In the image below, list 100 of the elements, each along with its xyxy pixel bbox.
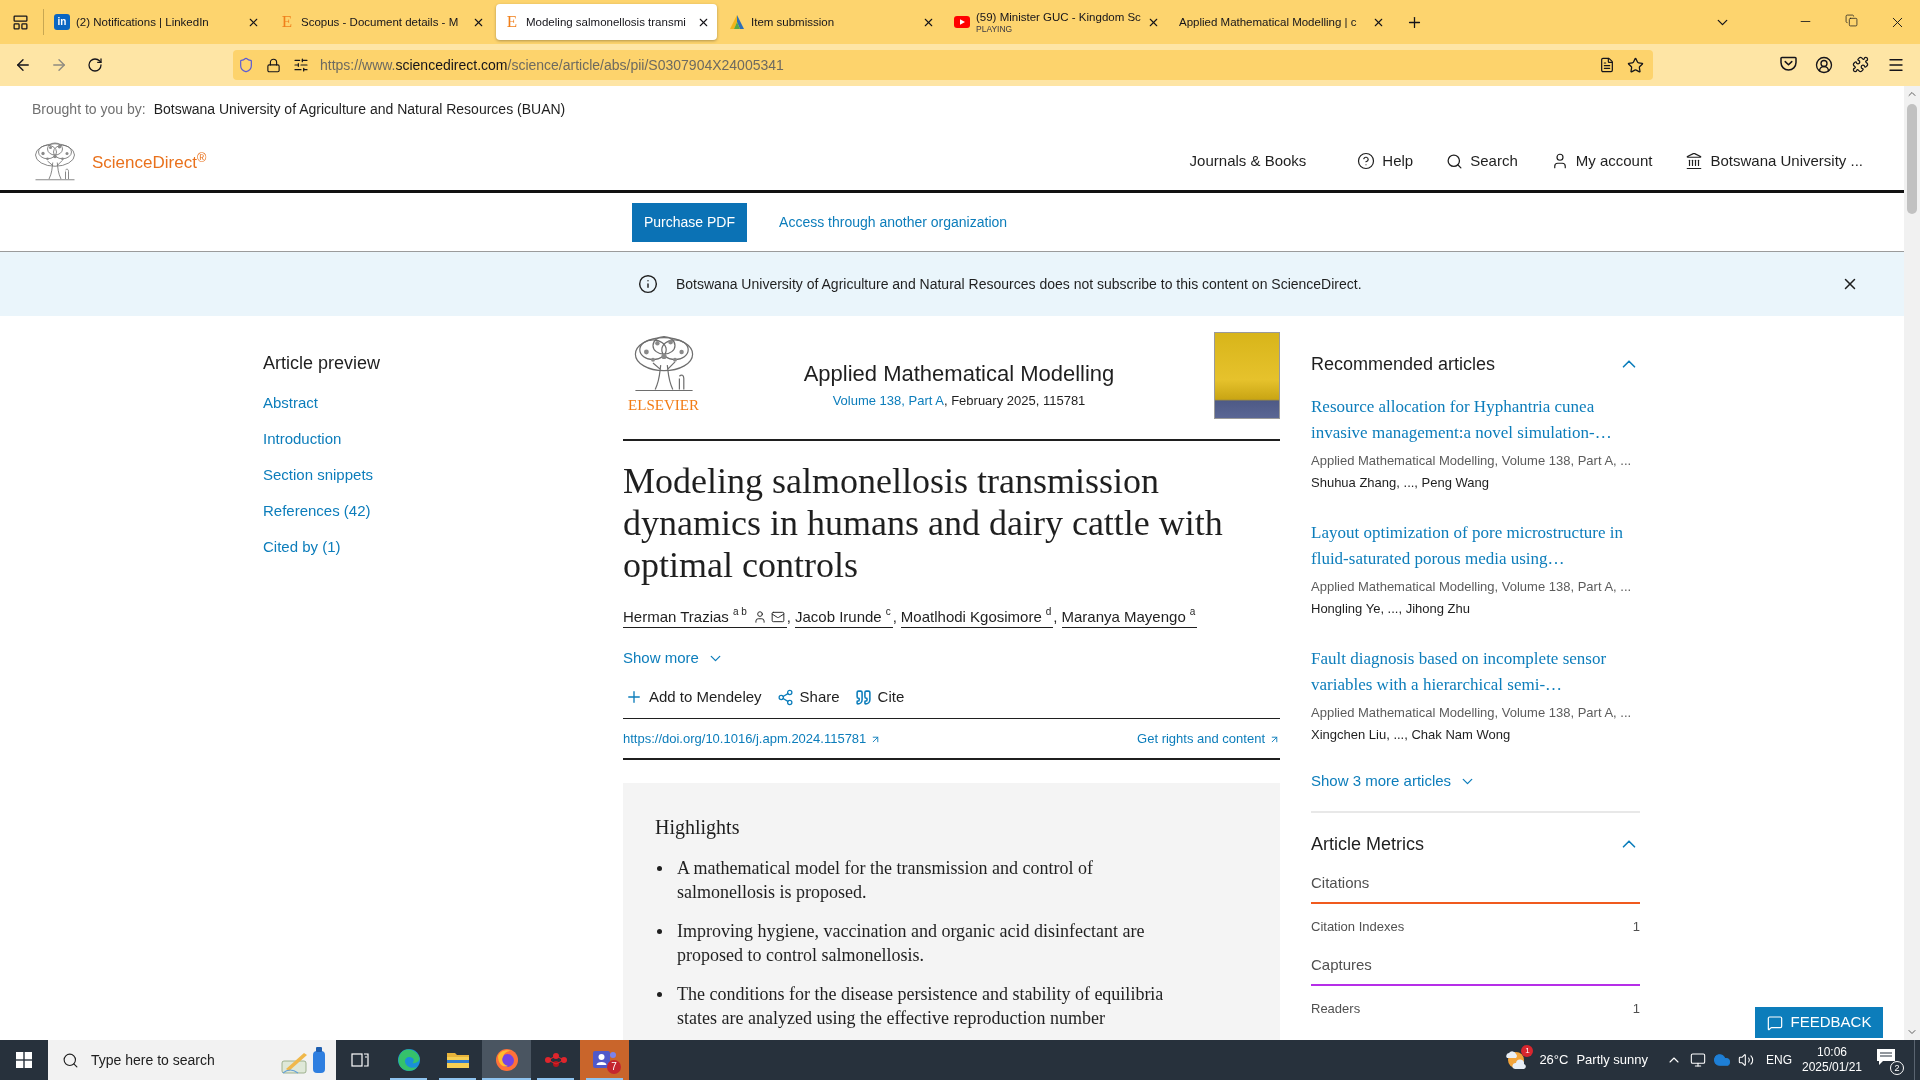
- nav-link[interactable]: Help: [1357, 149, 1414, 173]
- show-more-link[interactable]: Show more: [623, 646, 724, 670]
- browser-tab[interactable]: Applied Mathematical Modelling | c: [1171, 4, 1392, 40]
- article-title-link[interactable]: Fault diagnosis based on incomplete sensor variables with a hierarchical semi-…: [1311, 646, 1640, 698]
- clock-time[interactable]: 10:06: [1817, 1045, 1847, 1060]
- search-input[interactable]: Type here to search: [91, 1049, 261, 1071]
- author-link[interactable]: Herman Trazias $^{a b}$: [623, 606, 787, 628]
- favicon-glyph: E: [280, 13, 294, 31]
- browser-tab[interactable]: (59) Minister GUC - Kingdom Sc PLAYING: [946, 4, 1167, 40]
- outline-link[interactable]: Introduction: [263, 427, 342, 451]
- notice-text: Botswana University of Agriculture and Natural Resources does not subscribe to this content on ScienceDirect.: [676, 274, 1362, 294]
- action-button[interactable]: Add to Mendeley: [625, 685, 762, 709]
- url-text: https://www.sciencedirect.com/science/article/abs/pii/S0307904X24005341: [320, 55, 784, 75]
- shield-icon[interactable]: [238, 57, 254, 73]
- action-button[interactable]: Cite: [854, 685, 905, 709]
- back-icon[interactable]: [14, 56, 32, 74]
- folder-icon: [445, 1050, 470, 1070]
- article-source: Applied Mathematical Modelling, Volume 138, Part A, ...: [1311, 452, 1633, 470]
- help-icon: [1357, 152, 1376, 170]
- show-more-link[interactable]: Show 3 more articles: [1311, 769, 1477, 793]
- outline-link[interactable]: Abstract: [263, 391, 319, 415]
- lock-icon[interactable]: [266, 57, 281, 73]
- address-field[interactable]: https://www.sciencedirect.com/science/article/abs/pii/S0307904X24005341: [233, 50, 1653, 80]
- tab-list-icon[interactable]: [11, 13, 29, 31]
- metric-label: Citation Indexes: [1311, 918, 1405, 937]
- language-indicator[interactable]: ENG: [1766, 1051, 1792, 1069]
- action-button[interactable]: Share: [776, 685, 840, 709]
- institution-name: Botswana University of Agriculture and Natural Resources (BUAN): [153, 99, 566, 119]
- outline-link[interactable]: References (42): [263, 499, 371, 523]
- forward-icon[interactable]: [50, 56, 68, 74]
- nav-link[interactable]: Botswana University ...: [1685, 149, 1863, 173]
- article-source: Applied Mathematical Modelling, Volume 138, Part A, ...: [1311, 704, 1633, 722]
- weather-button[interactable]: 1 26°C Partly sunny: [1501, 1040, 1654, 1080]
- clock-date[interactable]: 2025/01/21: [1801, 1060, 1863, 1075]
- nav-link[interactable]: My account: [1550, 149, 1653, 173]
- outline-link[interactable]: Section snippets: [263, 463, 374, 487]
- volume-link[interactable]: Volume 138, Part A: [832, 392, 944, 410]
- rounded-shield-icon[interactable]: [1779, 56, 1797, 71]
- menu-icon[interactable]: [1887, 56, 1905, 74]
- author-separator: ,: [1053, 606, 1058, 627]
- author-separator: ,: [786, 606, 791, 627]
- issue-details: , February 2025, 115781: [943, 392, 1086, 410]
- star-icon[interactable]: [1627, 56, 1644, 74]
- share-icon: [776, 688, 794, 706]
- author-link[interactable]: Moatlhodi Kgosimore $^{d}$: [900, 606, 1054, 628]
- journal-title[interactable]: Applied Mathematical Modelling: [803, 360, 1115, 388]
- highlight-text: A mathematical model for the transmission and control of salmonellosis is proposed.: [677, 857, 1094, 904]
- taskbar-search-bar[interactable]: Type here to search: [48, 1040, 336, 1080]
- search-icon: [1446, 152, 1464, 170]
- article-title-link[interactable]: Layout optimization of pore microstructure in fluid-saturated porous media using…: [1311, 520, 1640, 572]
- info-icon: [638, 274, 658, 294]
- four-panes-icon: [16, 1052, 32, 1068]
- bullet-icon: [657, 866, 662, 871]
- weather-condition: Partly sunny: [1576, 1051, 1648, 1070]
- taskbar-app-button[interactable]: [482, 1040, 531, 1080]
- doi-link[interactable]: https://doi.org/10.1016/j.apm.2024.115781: [623, 729, 882, 749]
- account-icon[interactable]: [1815, 56, 1833, 74]
- metric-category: Citations: [1311, 873, 1371, 893]
- outline-link[interactable]: Cited by (1): [263, 535, 341, 559]
- browser-tab[interactable]: in (2) Notifications | LinkedIn: [46, 4, 267, 40]
- notification-count: 2: [1890, 1061, 1904, 1075]
- nav-link[interactable]: Journals & Books: [1189, 149, 1307, 173]
- extensions-icon[interactable]: [1851, 56, 1869, 73]
- metric-category: Captures: [1311, 955, 1373, 975]
- taskbar-app-button[interactable]: 7: [580, 1040, 629, 1080]
- restore-icon[interactable]: [1844, 13, 1858, 27]
- rights-link[interactable]: Get rights and content: [1137, 729, 1280, 749]
- feedback-button[interactable]: FEEDBACK: [1755, 1007, 1883, 1038]
- article-authors: Hongling Ye, ..., Jihong Zhu: [1311, 600, 1471, 618]
- weather-temperature: 26°C: [1539, 1051, 1569, 1070]
- speech-bubble-icon: [1766, 1014, 1783, 1031]
- volume-icon[interactable]: [1738, 1052, 1754, 1068]
- play-logo-icon: [954, 16, 970, 28]
- article-title-link[interactable]: Resource allocation for Hyphantria cunea invasive management:a novel simulation-…: [1311, 394, 1640, 446]
- author-link[interactable]: Jacob Irunde $^{c}$: [794, 606, 893, 628]
- section-heading: Article preview: [263, 352, 382, 375]
- purchase-pdf-button[interactable]: Purchase PDF: [632, 202, 748, 242]
- browser-tab[interactable]: Item submission: [721, 4, 942, 40]
- task-view-icon: [351, 1052, 369, 1068]
- author-link[interactable]: Maranya Mayengo $^{a}$: [1061, 606, 1198, 628]
- browser-tab[interactable]: E Scopus - Document details - M: [271, 4, 492, 40]
- building-icon: [1685, 152, 1704, 170]
- mail-icon: [770, 609, 785, 624]
- access-link[interactable]: Access through another organization: [779, 211, 1008, 233]
- reload-icon[interactable]: [87, 57, 103, 73]
- scrollbar-thumb[interactable]: [1907, 104, 1917, 214]
- reader-view-icon[interactable]: [1599, 57, 1615, 73]
- plus-icon: [625, 688, 643, 706]
- browser-tab[interactable]: E Modeling salmonellosis transmi: [496, 4, 717, 40]
- sun-cloud-icon: [1505, 1049, 1528, 1071]
- section-heading: Article Metrics: [1311, 832, 1424, 856]
- cloud-icon[interactable]: [1713, 1051, 1731, 1069]
- nav-link[interactable]: Search: [1446, 149, 1518, 173]
- tree-logo-icon: [32, 140, 78, 182]
- article-title: Modeling salmonellosis transmission dynamics in humans and dairy cattle with optimal controls: [623, 460, 1224, 586]
- network-icon[interactable]: [1690, 1052, 1706, 1068]
- globe-app-icon: [494, 1048, 519, 1072]
- notification-icon[interactable]: [1876, 1048, 1896, 1066]
- permissions-icon[interactable]: [293, 57, 309, 73]
- scrollbar[interactable]: [1904, 86, 1920, 1040]
